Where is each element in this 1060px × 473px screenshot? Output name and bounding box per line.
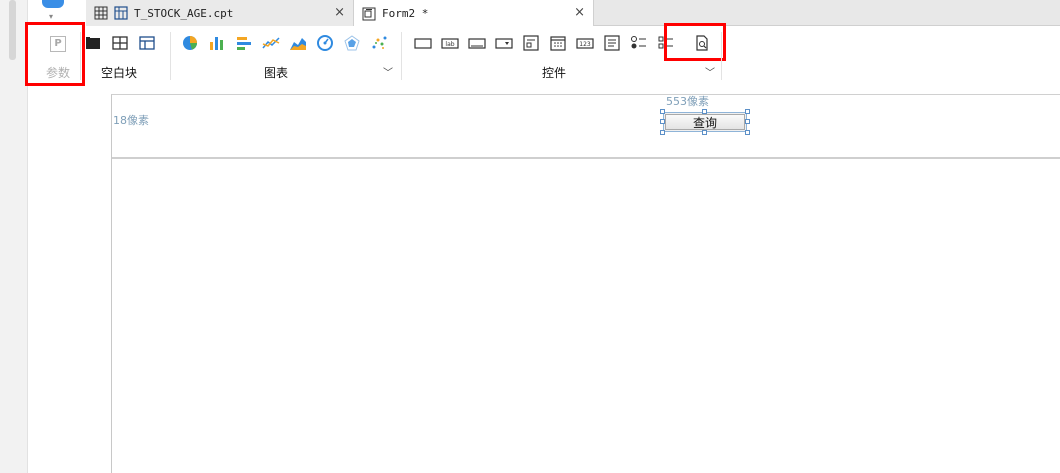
svg-text:123: 123 xyxy=(579,41,591,48)
widget-group-expand-icon[interactable]: ﹀ xyxy=(705,64,715,79)
split-layout-icon[interactable] xyxy=(111,34,129,52)
tab-label: T_STOCK_AGE.cpt xyxy=(134,6,234,20)
close-tab-icon[interactable]: × xyxy=(574,5,585,20)
component-toolbar: P 参数 空白块 图表 ﹀ lab 123 控件 ﹀ xyxy=(25,22,1060,86)
date-widget-icon[interactable] xyxy=(549,34,567,52)
form-canvas[interactable]: 18像素 553像素 查询 xyxy=(111,94,1060,473)
widget-group-label: 控件 xyxy=(542,66,567,80)
button-widget-icon[interactable] xyxy=(468,34,486,52)
resize-handle[interactable] xyxy=(702,130,707,135)
dropdown-arrow-icon[interactable]: ▾ xyxy=(49,12,53,21)
bar-chart-icon[interactable] xyxy=(208,34,226,52)
grid-report-icon xyxy=(94,6,108,20)
blank-block-group-label: 空白块 xyxy=(101,66,138,80)
resize-handle[interactable] xyxy=(660,109,665,114)
label-widget-icon[interactable]: lab xyxy=(441,34,459,52)
combo-box-widget-icon[interactable] xyxy=(495,34,513,52)
resize-handle[interactable] xyxy=(745,109,750,114)
gauge-chart-icon[interactable] xyxy=(316,34,334,52)
close-tab-icon[interactable]: × xyxy=(334,5,345,20)
svg-text:lab: lab xyxy=(445,41,454,48)
highlight-box-query-widget xyxy=(664,23,726,61)
tab-label: Form2 * xyxy=(382,7,429,20)
chart-group-label: 图表 xyxy=(264,66,289,80)
tab-bar: T_STOCK_AGE.cpt × Form2 * × xyxy=(86,0,1060,27)
query-button[interactable]: 查询 xyxy=(663,112,747,132)
resize-handle[interactable] xyxy=(745,119,750,124)
partial-blue-icon[interactable] xyxy=(42,0,64,8)
number-widget-icon[interactable]: 123 xyxy=(576,34,594,52)
resize-handle[interactable] xyxy=(660,119,665,124)
cpt-file-icon xyxy=(114,6,128,20)
left-scrollbar[interactable] xyxy=(9,0,16,60)
radar-chart-icon[interactable] xyxy=(343,34,361,52)
query-button-face[interactable]: 查询 xyxy=(665,114,745,130)
left-offset-label: 18像素 xyxy=(113,114,149,127)
area-chart-icon[interactable] xyxy=(289,34,307,52)
form-file-icon xyxy=(362,7,376,20)
text-area-widget-icon[interactable] xyxy=(603,34,621,52)
tab-stock-age[interactable]: T_STOCK_AGE.cpt × xyxy=(86,0,354,26)
resize-handle[interactable] xyxy=(660,130,665,135)
tab-form2[interactable]: Form2 * × xyxy=(354,0,594,27)
highlight-box-parameter xyxy=(25,22,85,86)
toolbar-separator xyxy=(401,32,402,80)
tab-layout-icon[interactable] xyxy=(138,34,156,52)
chart-group-expand-icon[interactable]: ﹀ xyxy=(383,64,393,79)
line-chart-icon[interactable] xyxy=(262,34,280,52)
absolute-layout-icon[interactable] xyxy=(84,34,102,52)
text-box-widget-icon[interactable] xyxy=(414,34,432,52)
resize-handle[interactable] xyxy=(745,130,750,135)
left-strip xyxy=(0,0,28,473)
parameter-panel[interactable]: 18像素 553像素 查询 xyxy=(112,95,1060,159)
list-widget-icon[interactable] xyxy=(522,34,540,52)
radio-group-widget-icon[interactable] xyxy=(630,34,648,52)
toolbar-separator xyxy=(170,32,171,80)
app-window: ▾ T_STOCK_AGE.cpt × Form2 * × P 参数 空白块 图… xyxy=(0,0,1060,473)
horizontal-bar-icon[interactable] xyxy=(235,34,253,52)
toolbar-separator xyxy=(721,32,722,80)
scatter-chart-icon[interactable] xyxy=(370,34,388,52)
right-offset-label: 553像素 xyxy=(666,95,709,108)
toolbar-separator xyxy=(80,32,81,80)
resize-handle[interactable] xyxy=(702,109,707,114)
pie-chart-icon[interactable] xyxy=(181,34,199,52)
query-button-label: 查询 xyxy=(692,115,717,130)
